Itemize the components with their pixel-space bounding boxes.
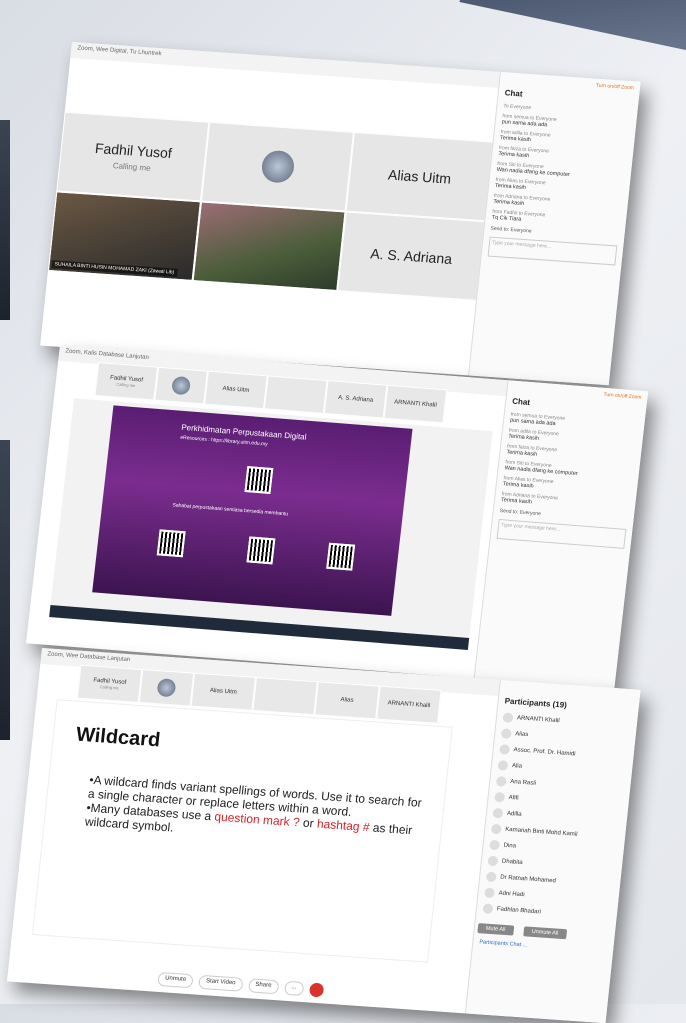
mute-all-button[interactable]: Mute All [477, 923, 514, 936]
avatar [494, 791, 506, 803]
strip-tile[interactable]: Alias Uitm [190, 672, 257, 711]
strip-tile[interactable]: Alias [314, 681, 380, 720]
strip-tile[interactable]: ARNANTI Khalil [383, 384, 448, 424]
participant-name: Alias Uitm [387, 166, 452, 187]
participants-tab[interactable]: Participants [479, 939, 508, 947]
video-tile[interactable]: Fadhil Yusof Calling me [56, 111, 210, 202]
strip-tile-camera[interactable] [252, 676, 318, 716]
avatar [495, 776, 507, 787]
strip-tile[interactable]: Fadhil Yusof Calling me [76, 664, 143, 703]
avatar [500, 728, 512, 739]
avatar [492, 807, 504, 819]
video-grid: Fadhil Yusof Calling me Alias Uitm SUHAI… [47, 111, 494, 301]
avatar [484, 887, 496, 899]
video-tile-camera[interactable] [192, 201, 346, 292]
avatar [489, 839, 501, 851]
windows-taskbar [49, 605, 470, 650]
avatar [485, 871, 497, 883]
qr-code [244, 466, 274, 494]
strip-tile[interactable]: A. S. Adriana [323, 380, 388, 419]
participant-name: A. S. Adriana [369, 245, 453, 267]
strip-tile-camera[interactable] [263, 375, 328, 414]
end-call-button[interactable] [308, 982, 324, 998]
shared-screen: Perkhidmatan Perpustakaan Digital eResou… [49, 398, 493, 650]
unmute-all-button[interactable]: Unmute All [523, 926, 567, 940]
corner-decoration [459, 0, 686, 57]
strip-tile[interactable] [154, 366, 208, 405]
chat-panel: Turn on/off Zoom Chat from semua to Ever… [473, 380, 649, 690]
camera-caption: SUHAILA BINTI HUSIN MOHAMAD ZAKI (Zawati… [51, 260, 178, 277]
participant-name: Fadhil Yusof [94, 139, 173, 161]
screenshot-share-view: Zoom, Kalis Database Lanjutan Fadhil Yus… [26, 345, 649, 690]
slide-title: Wildcard [74, 723, 162, 752]
qr-code [156, 529, 186, 558]
start-video-button[interactable]: Start Video [198, 974, 244, 992]
avatar [171, 375, 192, 396]
strip-tile[interactable]: ARNANTI Khalil [376, 685, 442, 724]
strip-tile[interactable] [138, 669, 195, 707]
more-tab[interactable]: ... [522, 942, 527, 948]
participants-panel: Participants (19) ARNANTI Khalil Alias A… [464, 680, 641, 1023]
avatar [482, 903, 494, 915]
presentation-slide: Wildcard •A wildcard finds variant spell… [31, 699, 453, 963]
participant-status: Calling me [112, 160, 152, 173]
chat-tab[interactable]: Chat [509, 941, 521, 948]
qr-code [326, 542, 356, 571]
screenshot-gallery-view: Zoom, Wee Digital, Tu Lhuntrek Fadhil Yu… [40, 42, 641, 386]
avatar [502, 712, 514, 723]
slide-body: •A wildcard finds variant spellings of w… [84, 773, 424, 852]
background-block [0, 440, 10, 740]
video-tile[interactable]: A. S. Adriana [337, 211, 486, 301]
background-block [0, 120, 10, 320]
library-poster: Perkhidmatan Perpustakaan Digital eResou… [92, 405, 413, 616]
share-button[interactable]: Share [247, 978, 280, 995]
avatar [499, 744, 511, 755]
video-tile[interactable]: Alias Uitm [345, 131, 494, 222]
avatar [490, 823, 502, 835]
video-tile[interactable] [200, 121, 354, 212]
strip-tile[interactable]: Alias Uitm [204, 370, 268, 410]
avatar [487, 855, 499, 867]
meeting-controls: Unmute Start Video Share ... [157, 971, 324, 998]
video-tile-camera[interactable]: SUHAILA BINTI HUSIN MOHAMAD ZAKI (Zawati… [47, 191, 201, 281]
strip-tile[interactable]: Fadhil Yusof Calling me [94, 362, 159, 401]
avatar [156, 678, 177, 698]
avatar [497, 760, 509, 771]
poster-footer: Sahabat perpustakaan sentiasa bersedia m… [172, 502, 289, 518]
unmute-button[interactable]: Unmute [157, 971, 194, 989]
screenshot-slide-view: Zoom, Wee Database Lanjutan Fadhil Yusof… [6, 648, 641, 1023]
chat-panel: Turn on/off Zoom Chat To Everyone from s… [468, 71, 641, 386]
more-button[interactable]: ... [283, 980, 304, 997]
qr-code [246, 536, 276, 565]
avatar [259, 149, 296, 184]
